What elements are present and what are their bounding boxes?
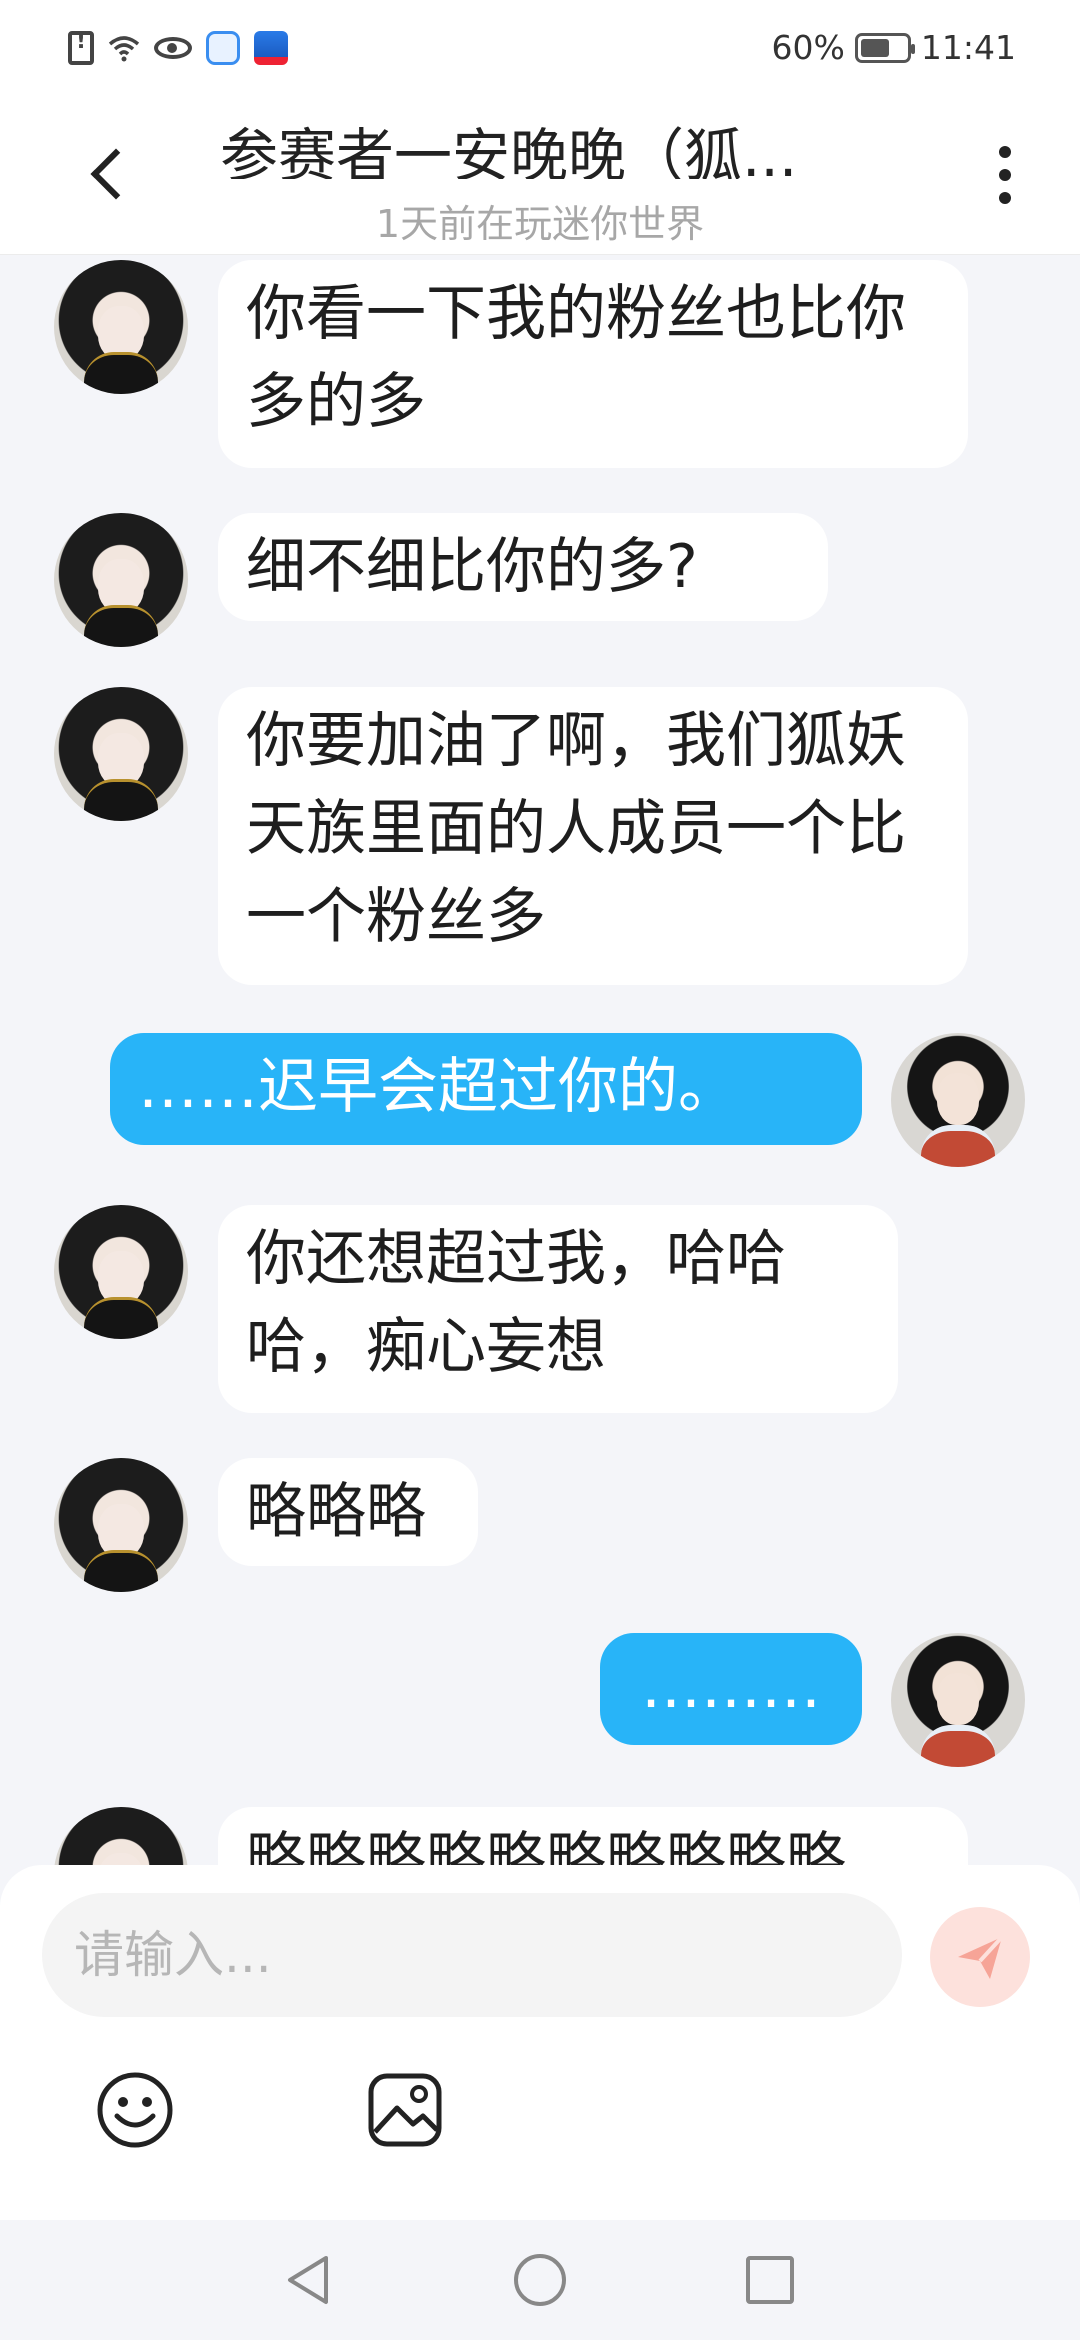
message-bubble: 你看一下我的粉丝也比你多的多 — [218, 260, 968, 468]
battery-icon — [854, 32, 915, 63]
more-dot — [999, 169, 1011, 181]
avatar-other[interactable] — [54, 513, 188, 647]
avatar-other[interactable] — [54, 1205, 188, 1339]
message-bubble-mine: ……迟早会超过你的。 — [110, 1033, 862, 1145]
status-right: 60% 11:41 — [772, 28, 1016, 67]
square-recents-icon — [746, 2256, 794, 2304]
system-nav-bar — [0, 2220, 1080, 2340]
sim-alert-icon — [68, 29, 94, 65]
nav-home-button[interactable] — [510, 2250, 570, 2310]
paper-plane-icon — [958, 1935, 1004, 1979]
message-bubble: 你还想超过我，哈哈哈，痴心妄想 — [218, 1205, 898, 1413]
message-input[interactable] — [42, 1893, 902, 2017]
input-panel — [0, 1865, 1080, 2220]
circle-home-icon — [514, 2254, 566, 2306]
chat-header: 参赛者一安晚晚（狐... 1天前在玩迷你世界 — [0, 95, 1080, 255]
image-icon — [368, 2073, 442, 2147]
more-dot — [999, 192, 1011, 204]
clock: 11:41 — [920, 28, 1016, 67]
image-button[interactable] — [365, 2070, 445, 2150]
message-bubble: 略略略略略略略略略略 — [218, 1807, 968, 1865]
app-notification-icon — [206, 30, 240, 65]
chat-subtitle: 1天前在玩迷你世界 — [375, 202, 705, 246]
avatar-me[interactable] — [891, 1633, 1025, 1767]
more-options-button[interactable] — [988, 140, 1022, 210]
smiley-icon — [97, 2072, 173, 2148]
battery-percent: 60% — [771, 28, 845, 67]
message-list[interactable]: 你看一下我的粉丝也比你多的多 细不细比你的多? 你要加油了啊，我们狐妖天族里面的… — [0, 255, 1080, 1865]
chat-title: 参赛者一安晚晚（狐... — [220, 122, 798, 179]
emoji-button[interactable] — [95, 2070, 175, 2150]
eye-icon — [154, 36, 192, 59]
avatar-other[interactable] — [54, 687, 188, 821]
triangle-back-icon — [288, 2256, 328, 2304]
avatar-other[interactable] — [54, 1807, 188, 1865]
message-bubble: 略略略 — [218, 1458, 478, 1566]
app-notification-icon-2 — [254, 30, 288, 65]
nav-recents-button[interactable] — [740, 2250, 800, 2310]
message-bubble: 细不细比你的多? — [218, 513, 828, 621]
avatar-me[interactable] — [891, 1033, 1025, 1167]
more-vertical-icon — [999, 146, 1011, 158]
avatar-other[interactable] — [54, 260, 188, 394]
avatar-other[interactable] — [54, 1458, 188, 1592]
message-bubble-mine: ……… — [600, 1633, 862, 1745]
message-bubble: 你要加油了啊，我们狐妖天族里面的人成员一个比一个粉丝多 — [218, 687, 968, 985]
send-button[interactable] — [930, 1907, 1030, 2007]
status-bar: 60% 11:41 — [0, 0, 1080, 95]
status-icons-left — [68, 29, 288, 65]
nav-back-button[interactable] — [280, 2250, 340, 2310]
wifi-icon — [108, 35, 140, 61]
